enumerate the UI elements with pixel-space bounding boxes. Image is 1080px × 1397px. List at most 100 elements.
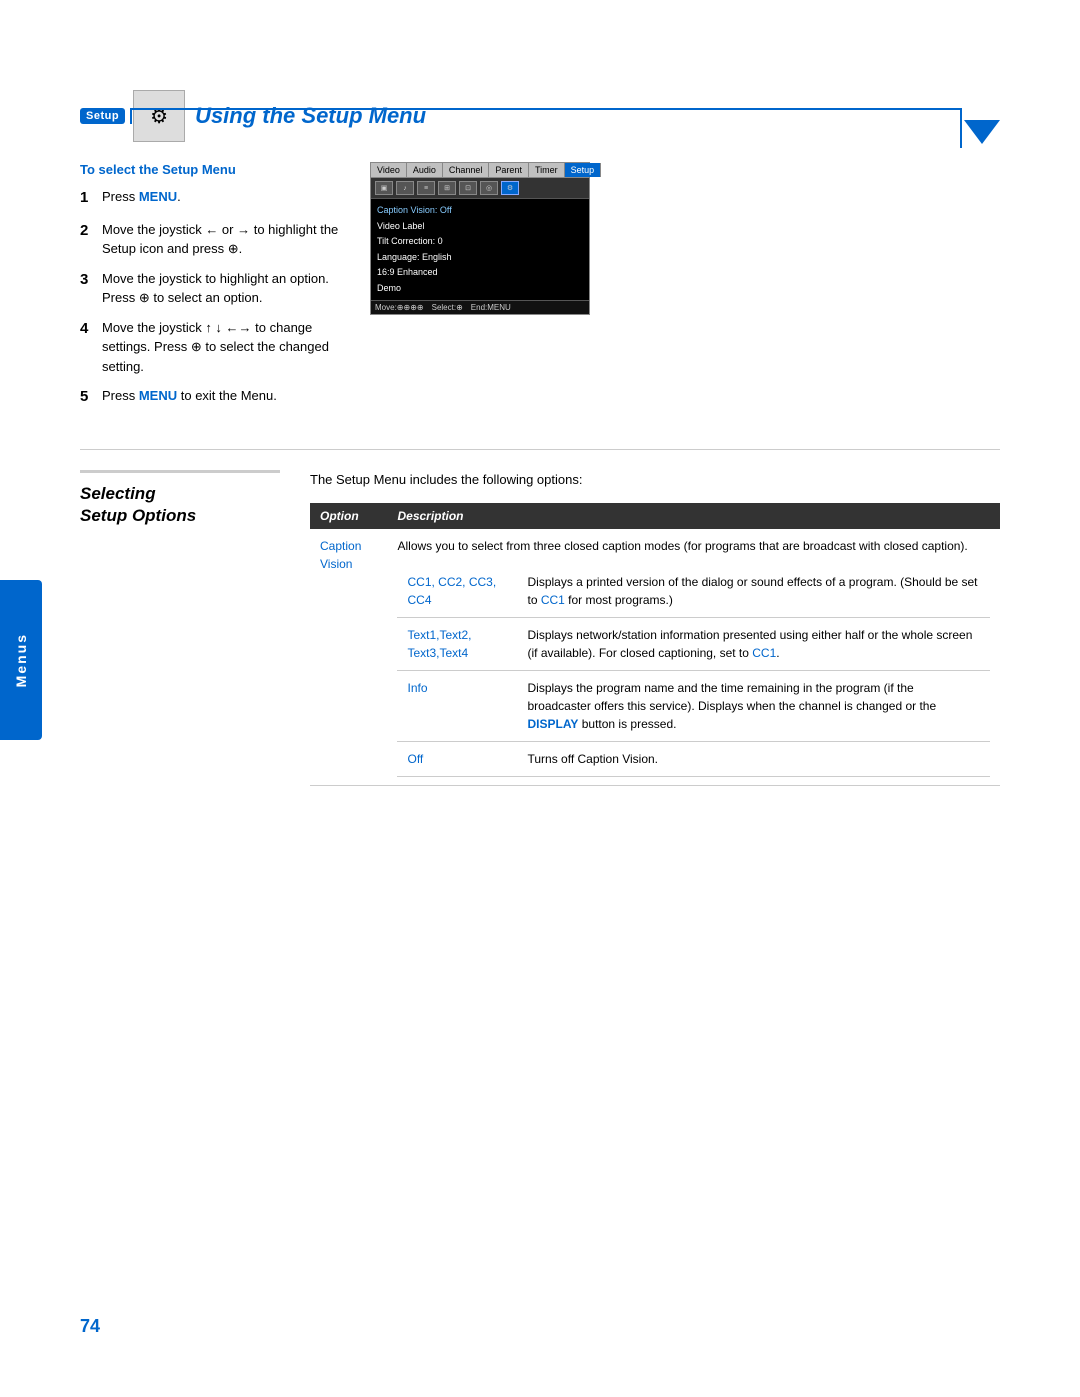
option-header-label: Option <box>320 509 359 523</box>
description-header-label: Description <box>397 509 463 523</box>
steps-column: To select the Setup Menu 1 Press MENU. 2… <box>80 162 340 419</box>
option-caption-vision: Caption Vision <box>310 529 387 786</box>
side-tab: Menus <box>0 580 42 740</box>
step-list: 1 Press MENU. 2 Move the joystick ← or →… <box>80 187 340 409</box>
tv-menu-image: Video Audio Channel Parent Timer Setup ▣… <box>370 162 590 315</box>
setup-badge: Setup <box>80 108 125 124</box>
top-horizontal-line <box>130 108 962 110</box>
step-5: 5 Press MENU to exit the Menu. <box>80 386 340 409</box>
tv-tab-channel: Channel <box>443 163 490 177</box>
sub-desc-off: Turns off Caption Vision. <box>517 742 990 777</box>
setup-icon: ⚙ <box>133 90 185 142</box>
tv-icons-row: ▣ ♪ ≡ ⊞ ⊡ ◎ ⚙ <box>371 178 589 199</box>
col-option-header: Option <box>310 503 387 529</box>
section1-title: Using the Setup Menu <box>195 103 426 129</box>
page-number: 74 <box>80 1316 100 1337</box>
sub-row-cc: CC1, CC2, CC3, CC4 Displays a printed ve… <box>397 565 990 618</box>
sub-option-text: Text1,Text2, Text3,Text4 <box>397 618 517 671</box>
section1-header: Setup ⚙ Using the Setup Menu <box>80 90 1000 142</box>
cc-link: CC1, CC2, CC3, CC4 <box>407 575 496 607</box>
sub-desc-info: Displays the program name and the time r… <box>517 671 990 742</box>
tv-icon-7-selected: ⚙ <box>501 181 519 195</box>
step-4-text: Move the joystick ↑ ↓ ←→ to change setti… <box>102 318 340 377</box>
sub-desc-cc: Displays a printed version of the dialog… <box>517 565 990 618</box>
section2-container: Selecting Setup Options The Setup Menu i… <box>80 470 1000 787</box>
caption-vision-description: Allows you to select from three closed c… <box>397 539 967 553</box>
tv-icon-5: ⊡ <box>459 181 477 195</box>
selecting-title-line2: Setup Options <box>80 506 196 525</box>
tv-tab-video: Video <box>371 163 407 177</box>
tv-tabs-row: Video Audio Channel Parent Timer Setup <box>371 163 589 178</box>
step-1-number: 1 <box>80 187 102 210</box>
tv-menu-item-3: Tilt Correction: 0 <box>377 234 583 250</box>
page-container: Menus Setup ⚙ Using the Setup Menu To se… <box>0 0 1080 1397</box>
step-3-number: 3 <box>80 269 102 308</box>
step-4: 4 Move the joystick ↑ ↓ ←→ to change set… <box>80 318 340 377</box>
table-row-caption-vision: Caption Vision Allows you to select from… <box>310 529 1000 786</box>
tv-footer-move: Move:⊕⊕⊕⊕ <box>375 303 424 312</box>
sub-desc-info-content: Displays the program name and the time r… <box>527 681 936 731</box>
step-3: 3 Move the joystick to highlight an opti… <box>80 269 340 308</box>
step-4-number: 4 <box>80 318 102 377</box>
step-5-text: Press MENU to exit the Menu. <box>102 386 277 409</box>
selecting-title-line1: Selecting <box>80 484 156 503</box>
description-caption-vision: Allows you to select from three closed c… <box>387 529 1000 786</box>
cc1-link-1: CC1 <box>541 593 565 607</box>
side-tab-label: Menus <box>13 633 29 687</box>
top-left-corner-line <box>130 108 132 124</box>
tv-menu-item-4: Language: English <box>377 250 583 266</box>
step-1-text: Press MENU. <box>102 187 181 210</box>
menu-ref-5: MENU <box>139 388 177 403</box>
tv-icon-1: ▣ <box>375 181 393 195</box>
step-1: 1 Press MENU. <box>80 187 340 210</box>
sub-desc-off-content: Turns off Caption Vision. <box>527 752 658 766</box>
sub-row-text: Text1,Text2, Text3,Text4 Displays networ… <box>397 618 990 671</box>
section-divider <box>80 449 1000 450</box>
step-2-number: 2 <box>80 220 102 259</box>
tv-tab-audio: Audio <box>407 163 443 177</box>
display-link: DISPLAY <box>527 717 578 731</box>
tv-menu-column: Video Audio Channel Parent Timer Setup ▣… <box>370 162 1000 419</box>
caption-vision-link: Caption Vision <box>320 539 361 571</box>
sub-options-table: CC1, CC2, CC3, CC4 Displays a printed ve… <box>397 565 990 777</box>
tv-menu-item-5: 16:9 Enhanced <box>377 265 583 281</box>
tv-tab-setup: Setup <box>565 163 602 177</box>
blue-arrow-icon <box>964 120 1000 144</box>
tv-menu-item-2: Video Label <box>377 219 583 235</box>
selecting-title-col: Selecting Setup Options <box>80 470 280 787</box>
tv-icon-2: ♪ <box>396 181 414 195</box>
text-link: Text1,Text2, Text3,Text4 <box>407 628 471 660</box>
tv-menu-item-6: Demo <box>377 281 583 297</box>
options-table: Option Description Caption Vision <box>310 503 1000 786</box>
tv-icon-6: ◎ <box>480 181 498 195</box>
step-5-number: 5 <box>80 386 102 409</box>
tv-tab-timer: Timer <box>529 163 565 177</box>
tv-icon-3: ≡ <box>417 181 435 195</box>
menu-ref-1: MENU <box>139 189 177 204</box>
off-link: Off <box>407 752 423 766</box>
tv-menu-footer: Move:⊕⊕⊕⊕ Select:⊕ End:MENU <box>371 300 589 314</box>
sub-option-off: Off <box>397 742 517 777</box>
tv-icon-4: ⊞ <box>438 181 456 195</box>
tv-menu-content: Caption Vision: Off Video Label Tilt Cor… <box>371 199 589 300</box>
top-right-corner-line <box>960 108 962 148</box>
to-select-heading: To select the Setup Menu <box>80 162 340 177</box>
sub-option-cc: CC1, CC2, CC3, CC4 <box>397 565 517 618</box>
sub-desc-cc-text: Displays a printed version of the dialog… <box>527 575 977 607</box>
table-header-row: Option Description <box>310 503 1000 529</box>
tv-tab-parent: Parent <box>489 163 529 177</box>
sub-desc-text-content: Displays network/station information pre… <box>527 628 972 660</box>
step-2-text: Move the joystick ← or → to highlight th… <box>102 220 340 259</box>
info-link: Info <box>407 681 427 695</box>
sub-desc-text: Displays network/station information pre… <box>517 618 990 671</box>
tv-menu-item-1: Caption Vision: Off <box>377 203 583 219</box>
selecting-title: Selecting Setup Options <box>80 470 280 527</box>
tv-footer-select: Select:⊕ <box>432 303 463 312</box>
intro-text: The Setup Menu includes the following op… <box>310 470 1000 490</box>
sub-row-info: Info Displays the program name and the t… <box>397 671 990 742</box>
step-3-text: Move the joystick to highlight an option… <box>102 269 340 308</box>
tv-footer-end: End:MENU <box>471 303 511 312</box>
section1-content: To select the Setup Menu 1 Press MENU. 2… <box>80 162 1000 419</box>
sub-row-off: Off Turns off Caption Vision. <box>397 742 990 777</box>
col-description-header: Description <box>387 503 1000 529</box>
